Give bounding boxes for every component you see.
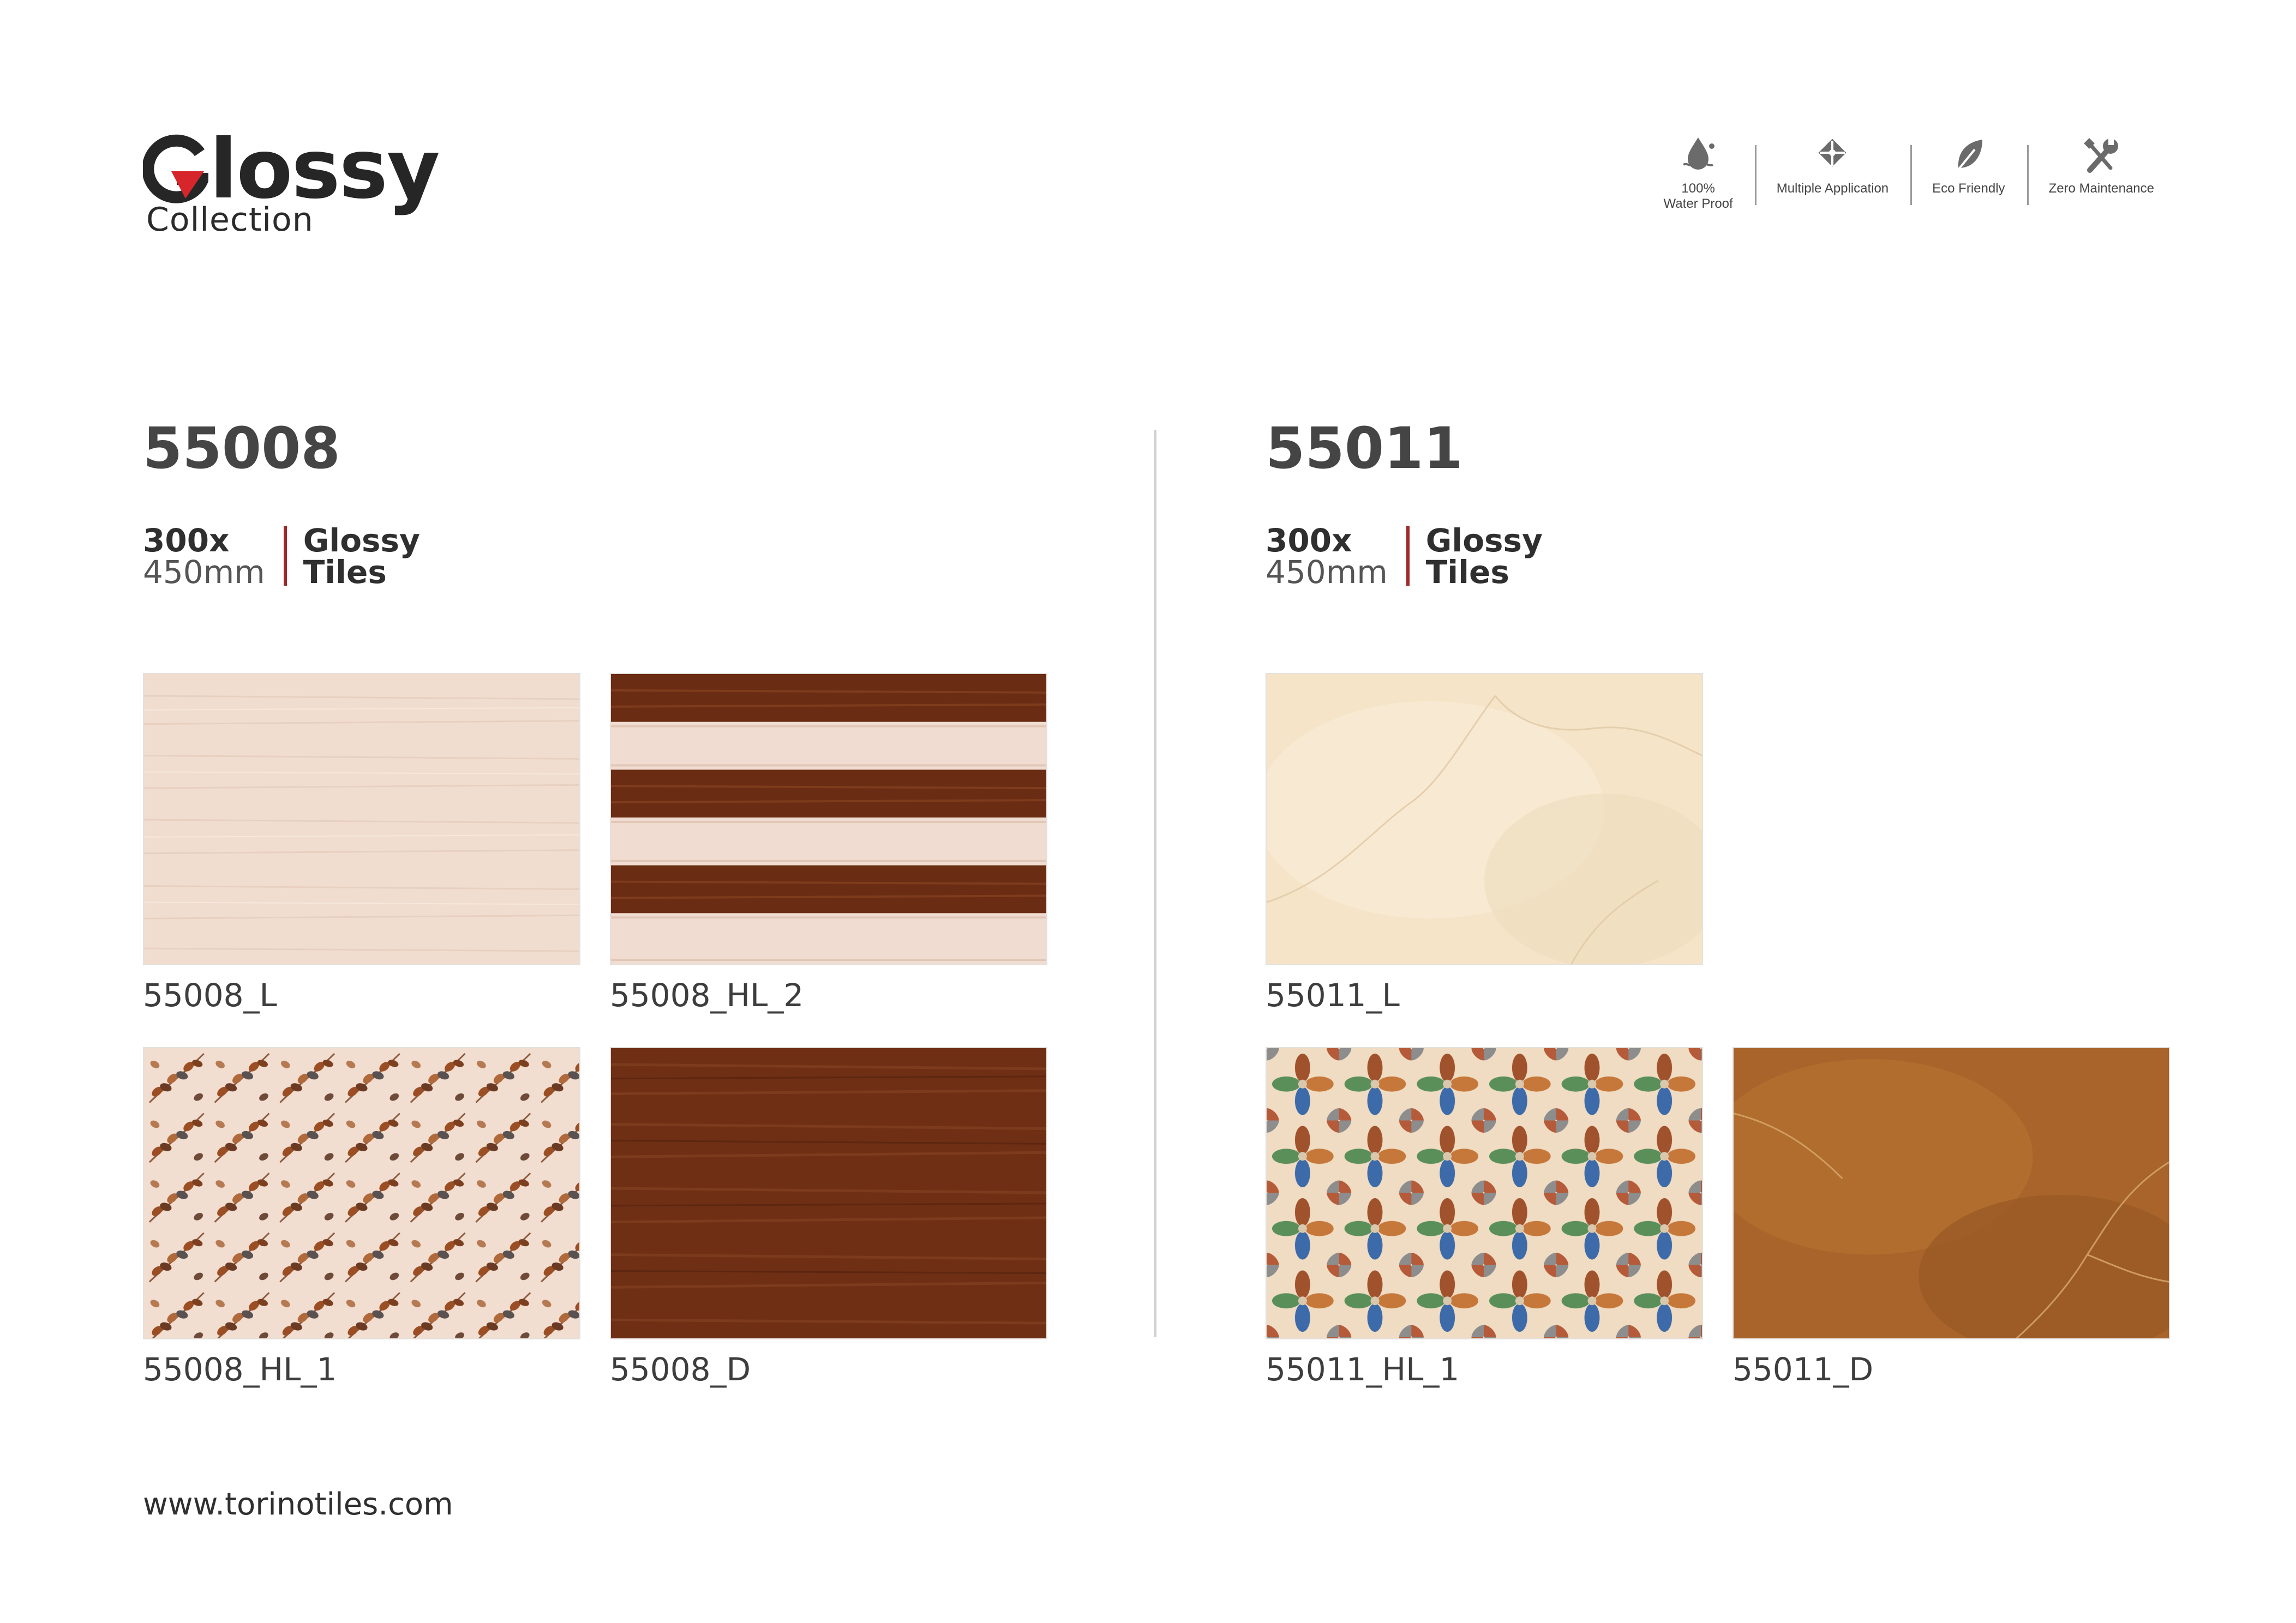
feature-eco-friendly: Eco Friendly (1910, 134, 2027, 205)
tile-card[interactable]: 55008_HL_1 (143, 1047, 580, 1385)
tile-name: 55008_L (143, 977, 277, 1014)
product-section-55011: 55011 300x 450mm Glossy Tiles 55011_L 55… (1266, 415, 2193, 1385)
tile-name: 55011_L (1266, 977, 1400, 1014)
feature-icons: 100% Water Proof Multiple Application Ec… (1642, 134, 2176, 211)
feature-label: Multiple Application (1776, 181, 1889, 196)
spec-separator (283, 526, 287, 586)
column-divider (1154, 430, 1156, 1337)
wrench-screwdriver-icon (2084, 137, 2119, 173)
water-drop-icon (1683, 137, 1715, 170)
feature-water-proof: 100% Water Proof (1642, 134, 1755, 211)
size-line-1: 300x (1266, 522, 1352, 559)
product-code: 55008 (143, 415, 340, 482)
tile-image-striped-wood[interactable] (610, 673, 1047, 965)
tile-image-light-wood[interactable] (143, 673, 580, 965)
tile-image-cream-marble[interactable] (1266, 673, 1703, 965)
size-line-1: 300x (143, 522, 230, 559)
product-section-55008: 55008 300x 450mm Glossy Tiles 55008_L 55… (143, 415, 1070, 1385)
tile-size: 300x 450mm (143, 525, 265, 590)
tile-card[interactable]: 55011_L (1266, 673, 1703, 1011)
tile-size: 300x 450mm (1266, 525, 1388, 590)
tile-card[interactable]: 55011_HL_1 (1266, 1047, 1703, 1385)
type-line-1: Glossy (303, 522, 420, 559)
spec-separator (1406, 526, 1410, 586)
product-spec: 300x 450mm Glossy Tiles (143, 525, 1070, 590)
logo-g-mark (142, 129, 212, 211)
logo-wordmark: lossy (142, 122, 440, 217)
type-line-2: Tiles (303, 554, 387, 591)
feature-label: 100% Water Proof (1663, 181, 1733, 211)
tile-name: 55008_HL_1 (143, 1351, 337, 1388)
tile-image-mosaic-pattern[interactable] (1266, 1047, 1703, 1339)
tile-card[interactable]: 55008_D (610, 1047, 1047, 1385)
leaf-icon (1955, 140, 1982, 173)
tile-image-brown-marble[interactable] (1733, 1047, 2170, 1339)
tile-card[interactable]: 55011_D (1733, 1047, 2170, 1385)
brand-logo: lossy Collection (142, 129, 440, 239)
logo-subtitle: Collection (146, 201, 314, 239)
type-line-2: Tiles (1425, 554, 1509, 591)
size-line-2: 450mm (1266, 554, 1388, 591)
tile-image-dark-wood[interactable] (610, 1047, 1047, 1339)
feature-zero-maintenance: Zero Maintenance (2027, 134, 2176, 205)
tile-image-leaf-pattern[interactable] (143, 1047, 580, 1339)
tile-name: 55008_D (610, 1351, 751, 1388)
website-link[interactable]: www.torinotiles.com (143, 1487, 453, 1522)
feature-label: Eco Friendly (1932, 181, 2005, 196)
tile-card[interactable]: 55008_L (143, 673, 580, 1011)
tile-type: Glossy Tiles (303, 525, 420, 590)
logo-title-text: lossy (209, 122, 440, 217)
multiple-application-icon (1818, 139, 1847, 167)
tile-type: Glossy Tiles (1426, 525, 1543, 590)
type-line-1: Glossy (1425, 522, 1543, 559)
tile-name: 55008_HL_2 (610, 977, 804, 1014)
feature-multiple-application: Multiple Application (1754, 134, 1910, 205)
product-code: 55011 (1266, 415, 1463, 482)
size-line-2: 450mm (143, 554, 265, 591)
product-spec: 300x 450mm Glossy Tiles (1266, 525, 2193, 590)
tile-name: 55011_HL_1 (1266, 1351, 1460, 1388)
feature-label: Zero Maintenance (2048, 181, 2154, 196)
tile-card[interactable]: 55008_HL_2 (610, 673, 1047, 1011)
tile-name: 55011_D (1733, 1351, 1874, 1388)
